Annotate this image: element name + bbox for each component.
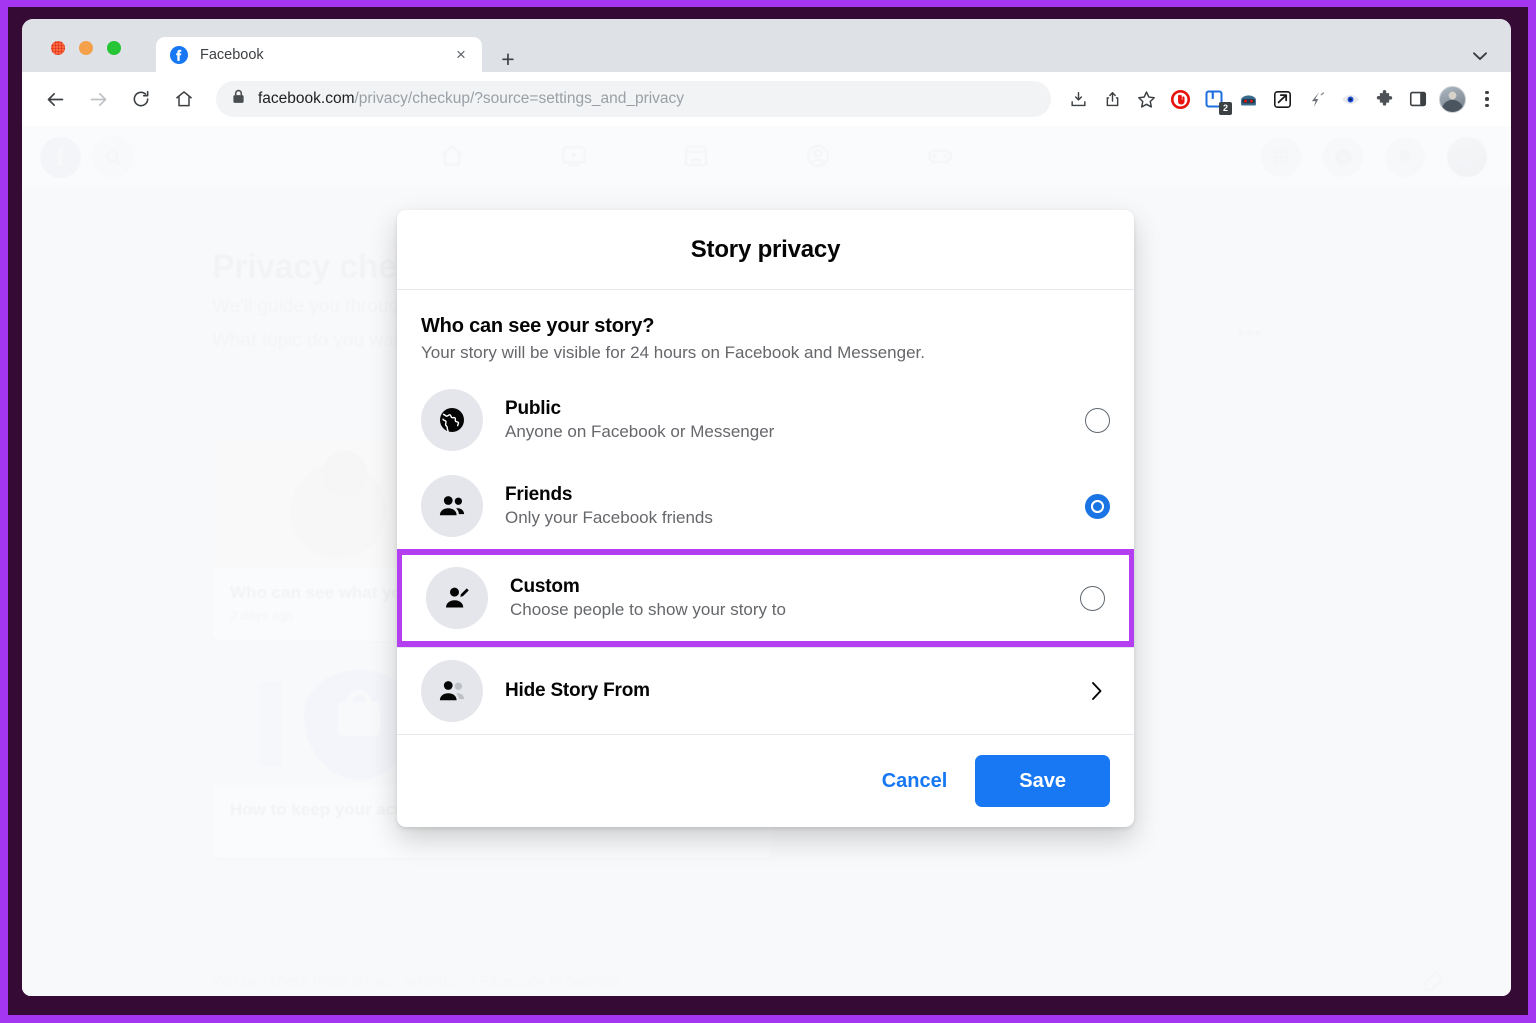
cancel-button[interactable]: Cancel xyxy=(864,760,966,803)
section-note: Your story will be visible for 24 hours … xyxy=(421,343,925,362)
close-icon[interactable]: × xyxy=(450,44,472,66)
hide-people-icon xyxy=(421,660,483,722)
option-custom[interactable]: Custom Choose people to show your story … xyxy=(402,555,1129,641)
browser-window: Facebook × + facebook.com/privacy/checku… xyxy=(22,19,1511,996)
option-label: Friends xyxy=(505,484,573,505)
window-controls xyxy=(51,41,121,55)
annotation-outer-frame: Facebook × + facebook.com/privacy/checku… xyxy=(0,0,1536,1023)
dialog-title: Story privacy xyxy=(690,235,841,263)
option-text: Hide Story From xyxy=(505,680,1085,702)
custom-person-edit-icon xyxy=(426,567,488,629)
maximize-window-button[interactable] xyxy=(107,41,121,55)
option-label: Custom xyxy=(510,576,580,597)
option-public[interactable]: Public Anyone on Facebook or Messenger xyxy=(397,377,1134,463)
option-description: Choose people to show your story to xyxy=(510,600,786,619)
facebook-logo-icon xyxy=(170,45,188,64)
url-path: /privacy/checkup/?source=settings_and_pr… xyxy=(354,90,685,107)
radio-custom[interactable] xyxy=(1080,585,1105,611)
back-arrow-icon[interactable] xyxy=(38,82,72,116)
address-bar[interactable]: facebook.com/privacy/checkup/?source=set… xyxy=(216,81,1051,117)
eye-extension-icon[interactable] xyxy=(1335,84,1365,114)
adblock-extension-icon[interactable] xyxy=(1165,84,1195,114)
story-privacy-dialog: Story privacy Who can see your story? Yo… xyxy=(397,210,1134,827)
page-viewport: f xyxy=(22,126,1511,996)
radio-friends[interactable] xyxy=(1085,493,1110,519)
browser-toolbar: facebook.com/privacy/checkup/?source=set… xyxy=(22,72,1511,126)
share-icon[interactable] xyxy=(1097,84,1127,114)
option-description: Only your Facebook friends xyxy=(505,508,713,527)
profile-avatar-image xyxy=(1438,85,1466,113)
dialog-header: Story privacy xyxy=(397,210,1134,290)
forward-arrow-icon[interactable] xyxy=(81,82,115,116)
option-label: Public xyxy=(505,398,561,419)
send-extension-icon[interactable] xyxy=(1267,84,1297,114)
bookmark-star-icon[interactable] xyxy=(1131,84,1161,114)
radio-public[interactable] xyxy=(1085,407,1110,433)
url-text: facebook.com/privacy/checkup/?source=set… xyxy=(258,90,684,108)
browser-tab[interactable]: Facebook × xyxy=(156,37,482,72)
dialog-section-header: Who can see your story? Your story will … xyxy=(397,290,1134,371)
lightning-extension-icon[interactable] xyxy=(1301,84,1331,114)
reload-icon[interactable] xyxy=(124,82,158,116)
dialog-footer: Cancel Save xyxy=(397,734,1134,827)
home-icon[interactable] xyxy=(167,82,201,116)
option-friends[interactable]: Friends Only your Facebook friends xyxy=(397,463,1134,549)
section-question: Who can see your story? xyxy=(421,315,655,337)
puzzle-extensions-icon[interactable] xyxy=(1369,84,1399,114)
chevron-down-icon[interactable] xyxy=(1467,45,1493,67)
minimize-window-button[interactable] xyxy=(79,41,93,55)
reader-extension-icon[interactable]: 2 xyxy=(1199,84,1232,115)
browser-tab-strip: Facebook × + xyxy=(22,19,1511,72)
avatar[interactable] xyxy=(1437,84,1467,114)
close-window-button[interactable] xyxy=(51,41,65,55)
three-dot-menu-icon[interactable] xyxy=(1473,84,1501,114)
option-text: Public Anyone on Facebook or Messenger xyxy=(505,398,1085,442)
option-text: Friends Only your Facebook friends xyxy=(505,484,1085,528)
annotation-inner-frame: Facebook × + facebook.com/privacy/checku… xyxy=(8,7,1528,1015)
annotation-highlight-custom: Custom Choose people to show your story … xyxy=(397,549,1134,647)
privacy-options-list: Public Anyone on Facebook or Messenger F… xyxy=(397,371,1134,734)
chevron-right-icon[interactable] xyxy=(1085,679,1110,703)
lock-icon[interactable] xyxy=(232,89,246,109)
option-description: Anyone on Facebook or Messenger xyxy=(505,422,775,441)
extension-badge-count: 2 xyxy=(1219,102,1232,115)
url-domain: facebook.com xyxy=(258,90,355,107)
globe-icon xyxy=(421,389,483,451)
tab-title: Facebook xyxy=(200,46,264,63)
new-tab-button[interactable]: + xyxy=(494,45,522,73)
install-app-icon[interactable] xyxy=(1063,84,1093,114)
option-hide-story-from[interactable]: Hide Story From xyxy=(397,647,1134,734)
option-text: Custom Choose people to show your story … xyxy=(510,576,1080,620)
friends-icon xyxy=(421,475,483,537)
option-label: Hide Story From xyxy=(505,680,650,701)
save-button[interactable]: Save xyxy=(975,755,1110,807)
side-panel-icon[interactable] xyxy=(1403,84,1433,114)
bot-extension-icon[interactable] xyxy=(1233,84,1263,114)
